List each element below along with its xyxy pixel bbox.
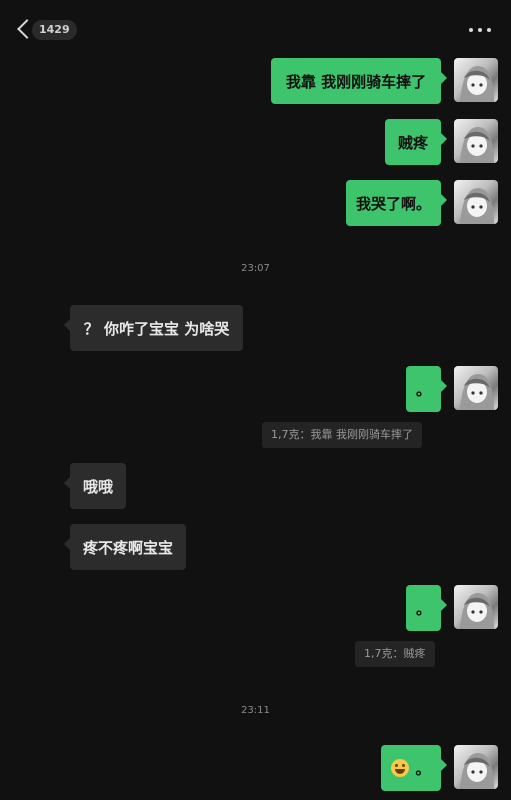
more-options-icon[interactable] [469, 28, 491, 32]
unread-count-badge: 1429 [32, 20, 77, 40]
message-bubble-sent[interactable]: 我靠 我刚刚骑车摔了 [271, 58, 447, 104]
quoted-message[interactable]: 1,7克：贼疼 [355, 641, 435, 667]
message-bubble-received[interactable]: 疼不疼啊宝宝 [64, 524, 186, 570]
my-avatar[interactable] [454, 585, 498, 629]
message-text: 。 [415, 759, 431, 778]
message-bubble-sent[interactable]: 。 [406, 366, 447, 412]
my-avatar[interactable] [454, 180, 498, 224]
message-bubble-sent[interactable]: 。 [406, 585, 447, 631]
my-avatar[interactable] [454, 119, 498, 163]
message-bubble-sent[interactable]: 我哭了啊。 [346, 180, 447, 226]
my-avatar[interactable] [454, 58, 498, 102]
message-timestamp: 23:11 [241, 705, 270, 716]
quoted-message[interactable]: 1,7克：我靠 我刚刚骑车摔了 [262, 422, 422, 448]
message-bubble-sent[interactable]: 贼疼 [385, 119, 447, 165]
message-bubble-received[interactable]: ？ 你咋了宝宝 为啥哭 [64, 305, 243, 351]
top-bar: 1429 [0, 0, 511, 60]
my-avatar[interactable] [454, 366, 498, 410]
message-bubble-received[interactable]: 哦哦 [64, 463, 126, 509]
message-bubble-sent[interactable]: 。 [381, 745, 447, 791]
message-timestamp: 23:07 [241, 263, 270, 274]
laughing-tears-emoji-icon [391, 759, 410, 777]
my-avatar[interactable] [454, 745, 498, 789]
